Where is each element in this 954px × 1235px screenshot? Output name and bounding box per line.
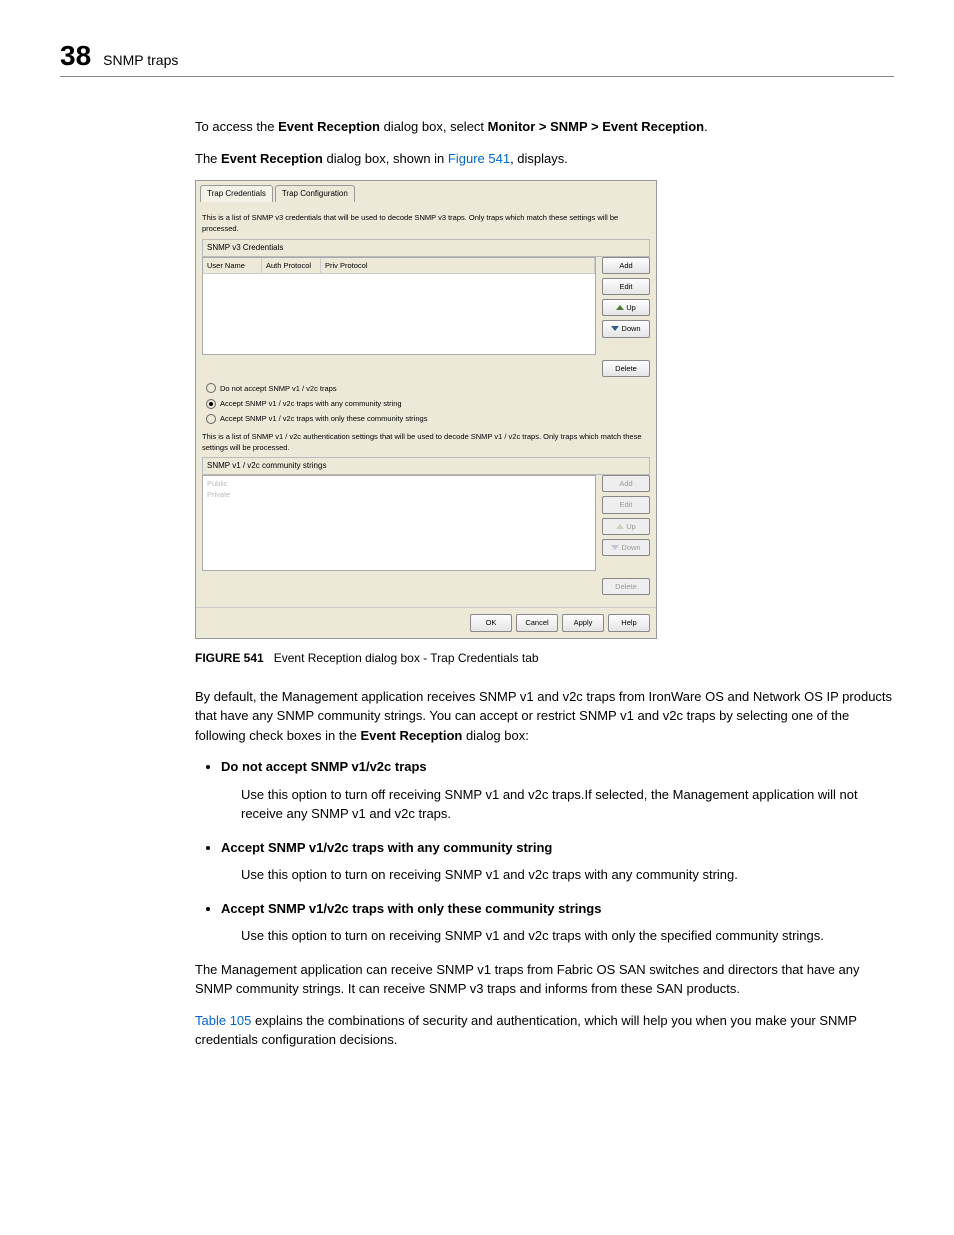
apply-button[interactable]: Apply — [562, 614, 604, 631]
figure-link[interactable]: Figure 541 — [448, 151, 510, 166]
option-text: Use this option to turn on receiving SNM… — [241, 865, 894, 885]
body-paragraph: By default, the Management application r… — [195, 687, 894, 746]
radio-icon — [206, 383, 216, 393]
triangle-down-icon — [611, 545, 619, 550]
radio-accept-any[interactable]: Accept SNMP v1 / v2c traps with any comm… — [206, 398, 650, 409]
v12-button-column: Add Edit Up Down Delete — [602, 475, 650, 595]
bold-text: Monitor > SNMP > Event Reception — [488, 119, 704, 134]
add-button[interactable]: Add — [602, 257, 650, 274]
triangle-down-icon — [611, 326, 619, 331]
help-button[interactable]: Help — [608, 614, 650, 631]
body-paragraph: Table 105 explains the combinations of s… — [195, 1011, 894, 1050]
intro-paragraph-2: The Event Reception dialog box, shown in… — [195, 149, 894, 169]
cancel-button[interactable]: Cancel — [516, 614, 558, 631]
bold-text: Event Reception — [221, 151, 323, 166]
btn-label: Down — [621, 323, 640, 334]
radio-icon — [206, 399, 216, 409]
figure-caption: FIGURE 541 Event Reception dialog box - … — [195, 649, 894, 667]
table-link[interactable]: Table 105 — [195, 1013, 251, 1028]
triangle-up-icon — [616, 305, 624, 310]
ok-button[interactable]: OK — [470, 614, 512, 631]
text: , displays. — [510, 151, 568, 166]
option-text: Use this option to turn on receiving SNM… — [241, 926, 894, 946]
v12-table-wrap: Public Private Add Edit Up Down Delete — [202, 475, 650, 595]
community-strings-list[interactable]: Public Private — [202, 475, 596, 571]
list-item: Do not accept SNMP v1/v2c traps Use this… — [221, 757, 894, 824]
bold-text: Event Reception — [360, 728, 462, 743]
text: . — [704, 119, 708, 134]
triangle-up-icon — [616, 524, 624, 529]
bold-text: Event Reception — [278, 119, 380, 134]
page-header-title: SNMP traps — [103, 52, 178, 68]
col-priv-protocol: Priv Protocol — [321, 258, 595, 273]
dialog-body: This is a list of SNMP v3 credentials th… — [196, 202, 656, 607]
content-area: To access the Event Reception dialog box… — [195, 117, 894, 1050]
text: To access the — [195, 119, 278, 134]
v3-credentials-table[interactable]: User Name Auth Protocol Priv Protocol — [202, 257, 596, 355]
text: dialog box, select — [380, 119, 488, 134]
dialog-tabs: Trap Credentials Trap Configuration — [196, 181, 656, 202]
body-paragraph: The Management application can receive S… — [195, 960, 894, 999]
v3-button-column: Add Edit Up Down Delete — [602, 257, 650, 377]
v12-description: This is a list of SNMP v1 / v2c authenti… — [202, 431, 650, 454]
radio-icon — [206, 414, 216, 424]
edit-button: Edit — [602, 496, 650, 513]
down-button: Down — [602, 539, 650, 556]
dialog-footer: OK Cancel Apply Help — [196, 607, 656, 637]
v12-section-label: SNMP v1 / v2c community strings — [202, 457, 650, 475]
radio-accept-only[interactable]: Accept SNMP v1 / v2c traps with only the… — [206, 413, 650, 424]
v3-table-wrap: User Name Auth Protocol Priv Protocol Ad… — [202, 257, 650, 377]
add-button: Add — [602, 475, 650, 492]
option-title: Accept SNMP v1/v2c traps with only these… — [221, 901, 601, 916]
table-header: User Name Auth Protocol Priv Protocol — [203, 258, 595, 274]
intro-paragraph-1: To access the Event Reception dialog box… — [195, 117, 894, 137]
figure-label: FIGURE 541 — [195, 651, 264, 665]
radio-do-not-accept[interactable]: Do not accept SNMP v1 / v2c traps — [206, 383, 650, 394]
text: The — [195, 151, 221, 166]
option-title: Accept SNMP v1/v2c traps with any commun… — [221, 840, 552, 855]
list-item: Accept SNMP v1/v2c traps with only these… — [221, 899, 894, 946]
option-title: Do not accept SNMP v1/v2c traps — [221, 759, 427, 774]
btn-label: Up — [626, 521, 636, 532]
option-text: Use this option to turn off receiving SN… — [241, 785, 894, 824]
edit-button[interactable]: Edit — [602, 278, 650, 295]
v3-section-label: SNMP v3 Credentials — [202, 239, 650, 257]
text: explains the combinations of security an… — [195, 1013, 857, 1048]
col-auth-protocol: Auth Protocol — [262, 258, 321, 273]
page-number: 38 — [60, 40, 91, 72]
delete-button: Delete — [602, 578, 650, 595]
text: dialog box: — [462, 728, 529, 743]
radio-label: Accept SNMP v1 / v2c traps with only the… — [220, 413, 427, 424]
figure-caption-text: Event Reception dialog box - Trap Creden… — [274, 651, 539, 665]
btn-label: Down — [621, 542, 640, 553]
event-reception-dialog: Trap Credentials Trap Configuration This… — [195, 180, 657, 639]
btn-label: Up — [626, 302, 636, 313]
v3-description: This is a list of SNMP v3 credentials th… — [202, 212, 650, 235]
list-item: Private — [207, 489, 591, 500]
down-button[interactable]: Down — [602, 320, 650, 337]
page-header: 38 SNMP traps — [60, 40, 894, 77]
list-item: Accept SNMP v1/v2c traps with any commun… — [221, 838, 894, 885]
radio-label: Accept SNMP v1 / v2c traps with any comm… — [220, 398, 402, 409]
tab-trap-credentials[interactable]: Trap Credentials — [200, 185, 273, 202]
text: By default, the Management application r… — [195, 689, 892, 743]
text: dialog box, shown in — [323, 151, 448, 166]
up-button[interactable]: Up — [602, 299, 650, 316]
delete-button[interactable]: Delete — [602, 360, 650, 377]
up-button: Up — [602, 518, 650, 535]
trap-accept-radios: Do not accept SNMP v1 / v2c traps Accept… — [202, 383, 650, 425]
options-list: Do not accept SNMP v1/v2c traps Use this… — [195, 757, 894, 946]
list-item: Public — [207, 478, 591, 489]
radio-label: Do not accept SNMP v1 / v2c traps — [220, 383, 337, 394]
tab-trap-configuration[interactable]: Trap Configuration — [275, 185, 355, 202]
col-user-name: User Name — [203, 258, 262, 273]
